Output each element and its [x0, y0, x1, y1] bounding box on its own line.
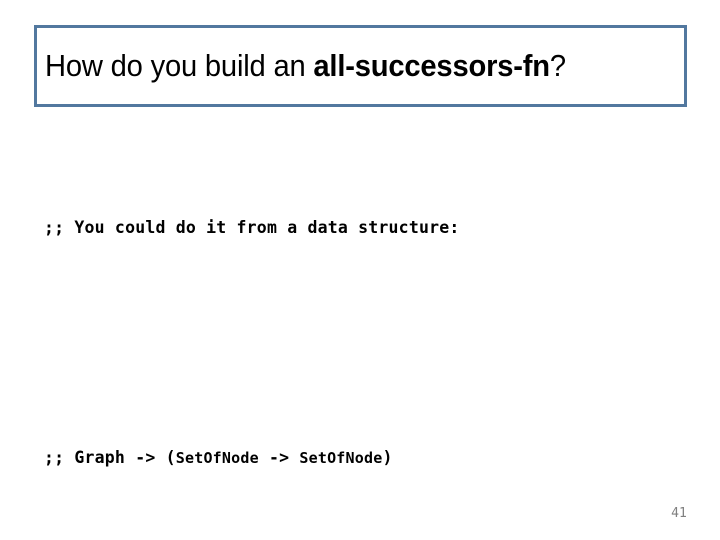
signature-type-in: SetOfNode: [175, 448, 259, 467]
signature-prefix: ;; Graph -> (: [44, 447, 176, 467]
title-regular-prefix: How do you build an: [45, 48, 314, 83]
page-number: 41: [671, 506, 687, 521]
page-title: How do you build an all-successors-fn?: [45, 49, 566, 83]
code-block: ;; You could do it from a data structure…: [44, 128, 684, 540]
code-line-comment-intro: ;; You could do it from a data structure…: [44, 218, 460, 238]
title-regular-suffix: ?: [549, 48, 566, 83]
title-bold-term: all-successors-fn: [313, 48, 550, 83]
signature-type-out: SetOfNode: [299, 448, 383, 467]
title-box: How do you build an all-successors-fn?: [34, 25, 687, 107]
code-line-signature: ;; Graph -> (SetOfNode -> SetOfNode): [44, 444, 684, 473]
signature-arrow: ->: [258, 447, 300, 467]
slide-canvas: How do you build an all-successors-fn? ;…: [0, 0, 720, 540]
signature-suffix: ): [382, 447, 393, 467]
